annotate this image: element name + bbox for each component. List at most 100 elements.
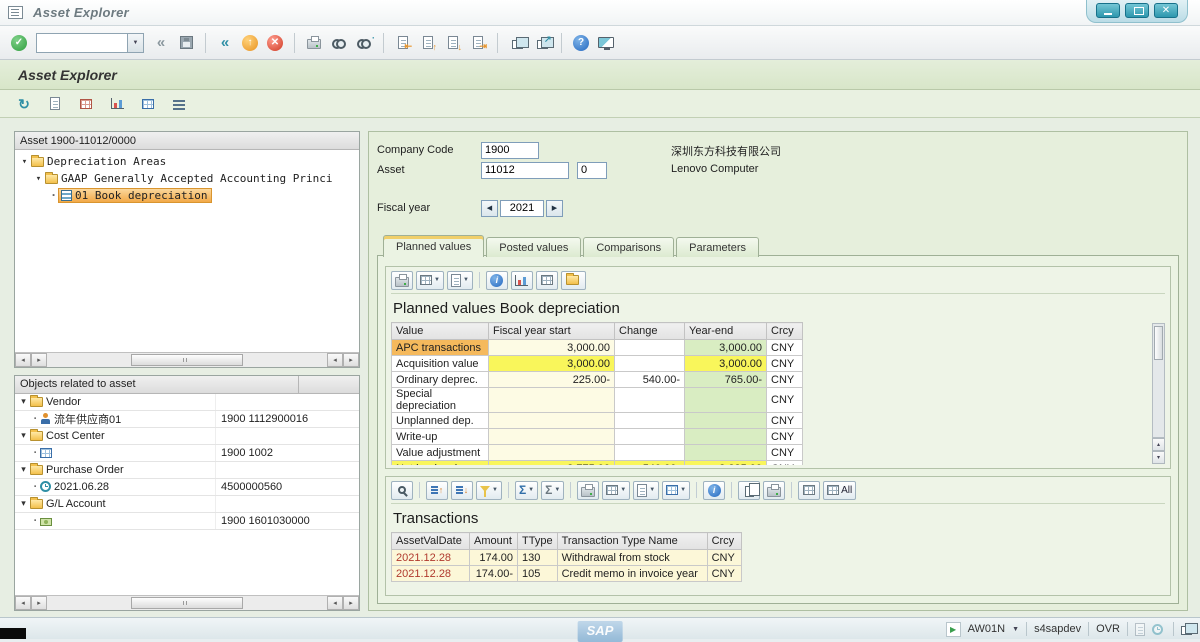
object-group-purchase-order[interactable]: Purchase Order	[15, 461, 359, 479]
tab-comparisons[interactable]: Comparisons	[583, 237, 675, 257]
info-button[interactable]: i	[485, 270, 508, 290]
fiscal-year-start-cell[interactable]	[488, 387, 615, 413]
views-button[interactable]	[662, 480, 691, 500]
expander-icon[interactable]	[18, 498, 29, 509]
asset-val-date-cell[interactable]: 2021.12.28	[391, 565, 470, 582]
exit-button[interactable]	[239, 32, 261, 54]
gui-options-button[interactable]	[595, 32, 617, 54]
year-end-cell[interactable]	[684, 444, 767, 461]
depreciation-calculation-button[interactable]	[105, 93, 129, 115]
cancel-button[interactable]	[264, 32, 286, 54]
export-spreadsheet-button[interactable]	[416, 270, 444, 290]
column-header[interactable]: Change	[614, 322, 685, 340]
fiscal-year-start-cell[interactable]	[488, 444, 615, 461]
scrollbar-track[interactable]	[48, 596, 326, 610]
year-end-cell[interactable]	[684, 387, 767, 413]
object-group-vendor[interactable]: Vendor	[15, 393, 359, 411]
tab-planned-values[interactable]: Planned values	[383, 235, 485, 257]
fiscal-year-start-cell[interactable]: 2,775.00	[488, 460, 615, 465]
column-header[interactable]: Crcy	[706, 532, 742, 550]
restore-button[interactable]	[1125, 3, 1149, 18]
currency-cell[interactable]: CNY	[766, 339, 803, 356]
currency-cell[interactable]: CNY	[766, 460, 803, 465]
asset-number-input[interactable]	[481, 161, 569, 179]
fiscal-year-start-cell[interactable]: 3,000.00	[488, 339, 615, 356]
change-cell[interactable]	[614, 387, 685, 413]
asset-val-date-cell[interactable]: 2021.12.28	[391, 549, 470, 566]
column-header[interactable]: AssetValDate	[391, 532, 470, 550]
call-up-reports-button[interactable]	[136, 93, 160, 115]
recalculate-depreciation-button[interactable]	[74, 93, 98, 115]
create-shortcut-button[interactable]	[531, 32, 554, 54]
value-cell[interactable]: Value adjustment	[391, 444, 489, 461]
value-cell[interactable]: Write-up	[391, 428, 489, 445]
scroll-up-button[interactable]	[1152, 438, 1165, 451]
ttype-cell[interactable]: 105	[517, 565, 558, 582]
page-down-button[interactable]	[442, 32, 464, 54]
value-cell[interactable]: Special depreciation	[391, 387, 489, 413]
expander-icon[interactable]	[33, 174, 44, 184]
next-year-button[interactable]	[546, 199, 563, 217]
scrollbar-thumb[interactable]	[131, 597, 243, 609]
currency-cell[interactable]: CNY	[766, 444, 803, 461]
change-cell[interactable]: 540.00-	[614, 460, 685, 465]
export-file-button[interactable]	[446, 270, 473, 290]
print-button[interactable]	[577, 480, 600, 500]
column-header[interactable]: Fiscal year start	[488, 322, 615, 340]
master-data-button[interactable]	[43, 93, 67, 115]
column-header[interactable]: Transaction Type Name	[556, 532, 708, 550]
scrollbar-thumb[interactable]	[1154, 326, 1163, 360]
currency-cell[interactable]: CNY	[706, 565, 742, 582]
scroll-right-button[interactable]	[343, 352, 359, 367]
scroll-right-button[interactable]	[343, 596, 359, 610]
export-spreadsheet-button[interactable]	[602, 480, 631, 500]
change-cell[interactable]: 540.00-	[614, 371, 685, 388]
object-group-cost-center[interactable]: Cost Center	[15, 427, 359, 445]
filter-button[interactable]	[476, 480, 502, 500]
year-end-cell[interactable]: 2,235.00	[684, 460, 767, 465]
expander-icon[interactable]	[19, 157, 30, 167]
change-cell[interactable]	[614, 355, 685, 372]
previous-year-button[interactable]	[481, 199, 498, 217]
transaction-type-name-cell[interactable]: Credit memo in invoice year	[556, 565, 708, 582]
scrollbar-thumb[interactable]	[131, 353, 243, 366]
close-button[interactable]	[1154, 3, 1178, 18]
page-up-button[interactable]	[417, 32, 439, 54]
objects-hscrollbar[interactable]	[15, 595, 359, 610]
subtotal-button[interactable]: Σ	[541, 480, 565, 500]
new-session-button[interactable]	[506, 32, 529, 54]
object-item-vendor[interactable]: 流年供应商01 1900 1112900016	[15, 410, 359, 428]
fiscal-year-start-cell[interactable]: 225.00-	[488, 371, 615, 388]
command-input[interactable]	[37, 34, 127, 51]
expander-icon[interactable]	[18, 396, 29, 407]
currency-cell[interactable]: CNY	[766, 371, 803, 388]
print-preview-button[interactable]	[763, 480, 786, 500]
table-view-button[interactable]	[535, 270, 558, 290]
fiscal-year-start-cell[interactable]: 3,000.00	[488, 355, 615, 372]
system-menu-icon[interactable]	[8, 6, 23, 19]
selected-tree-node[interactable]: 01 Book depreciation	[58, 188, 213, 203]
scroll-down-button[interactable]	[1152, 451, 1165, 464]
object-item-gl-account[interactable]: 1900 1601030000	[15, 512, 359, 530]
planned-values-vscrollbar[interactable]	[1152, 323, 1165, 464]
scroll-right-button[interactable]	[31, 596, 47, 610]
export-button[interactable]	[560, 270, 586, 290]
select-all-button[interactable]: All	[823, 480, 857, 500]
collapse-command-button[interactable]	[150, 32, 172, 54]
tree-node-gaap[interactable]: GAAP Generally Accepted Accounting Princ…	[15, 170, 359, 187]
year-end-cell[interactable]	[684, 428, 767, 445]
layout-icon[interactable]	[1181, 623, 1198, 635]
column-header[interactable]: Amount	[469, 532, 518, 550]
change-cell[interactable]	[614, 428, 685, 445]
export-file-button[interactable]	[633, 480, 660, 500]
help-button[interactable]	[570, 32, 592, 54]
value-cell[interactable]: Unplanned dep.	[391, 412, 489, 429]
command-dropdown-button[interactable]	[127, 33, 143, 52]
tree-node-depreciation-areas[interactable]: Depreciation Areas	[15, 153, 359, 170]
currency-cell[interactable]: CNY	[766, 355, 803, 372]
amount-cell[interactable]: 174.00	[469, 549, 518, 566]
copy-button[interactable]	[738, 480, 761, 500]
graphic-button[interactable]	[510, 270, 533, 290]
tree-node-book-depreciation[interactable]: 01 Book depreciation	[15, 187, 359, 204]
amount-cell[interactable]: 174.00-	[469, 565, 518, 582]
